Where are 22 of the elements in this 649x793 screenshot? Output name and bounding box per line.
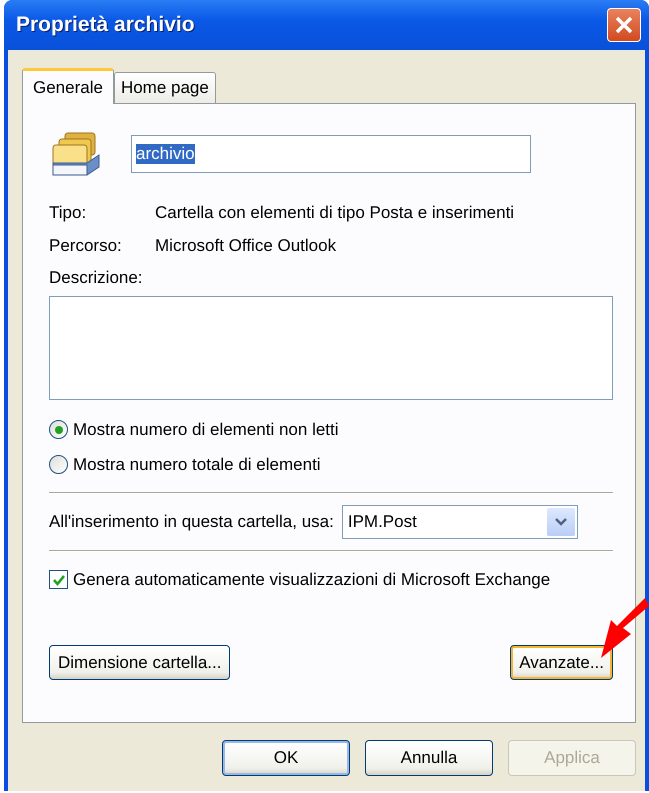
checkmark-icon	[52, 572, 66, 586]
checkbox-option[interactable]: Genera automaticamente visualizzazioni di Microsoft Exchange	[49, 562, 550, 597]
tab[interactable]: Home page	[114, 72, 216, 103]
name-field[interactable]: archivio	[131, 135, 531, 173]
property-value: Microsoft Office Outlook	[155, 236, 336, 256]
window-title: Proprietà archivio	[16, 13, 195, 37]
property-value: Cartella con elementi di tipo Posta e inserimenti	[155, 202, 514, 222]
radio-option[interactable]: Mostra numero di elementi non letti	[49, 412, 339, 447]
form-dropdown[interactable]: IPM.Post	[342, 505, 578, 539]
description-field[interactable]	[49, 296, 613, 400]
panel-button[interactable]: Avanzate...	[510, 645, 613, 680]
property-label: Tipo:	[49, 202, 88, 222]
close-button[interactable]	[607, 8, 641, 42]
property-label: Percorso:	[49, 236, 123, 256]
tab[interactable]: Generale	[22, 68, 114, 104]
description-label: Descrizione:	[49, 268, 144, 289]
form-label: All'inserimento in questa cartella, usa:	[49, 512, 334, 532]
radio-option[interactable]: Mostra numero totale di elementi	[49, 447, 321, 482]
panel-button[interactable]: Dimensione cartella...	[49, 645, 230, 680]
close-icon	[613, 14, 635, 36]
dialog-button[interactable]: OK	[222, 740, 350, 776]
dialog-button[interactable]: Annulla	[365, 740, 493, 776]
